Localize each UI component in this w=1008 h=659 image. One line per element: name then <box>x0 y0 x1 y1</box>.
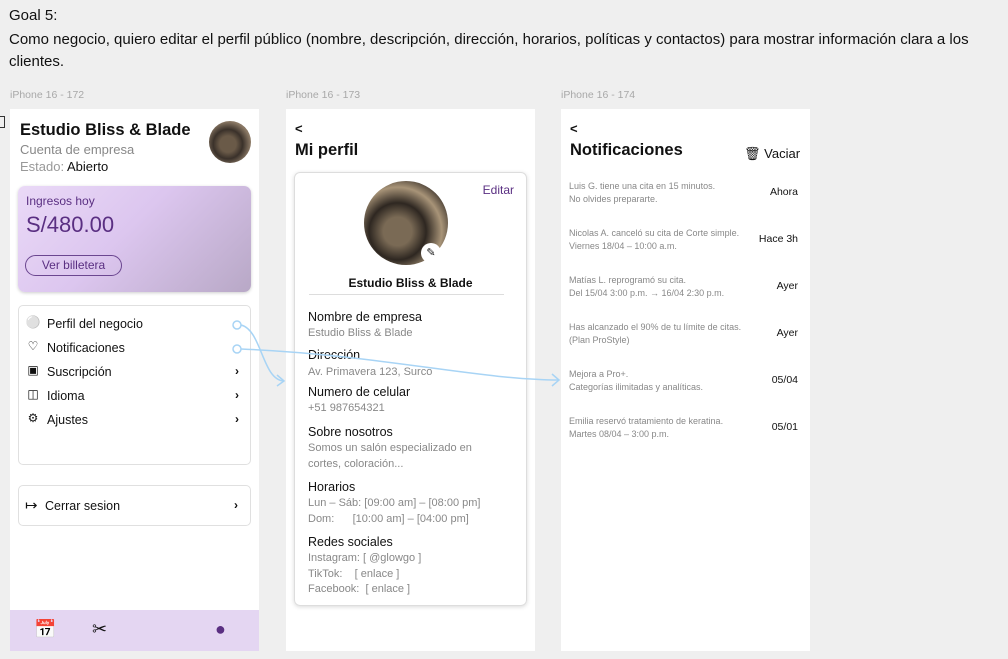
logout-button[interactable]: ↦ Cerrar sesion › <box>18 485 251 526</box>
field-value-phone: +51 987654321 <box>308 402 385 414</box>
frame-label-173: iPhone 16 - 173 <box>286 89 361 101</box>
wallet-icon: ▣ <box>27 363 39 377</box>
view-wallet-button[interactable]: Ver billetera <box>25 255 122 276</box>
menu-list: ⚪ Perfil del negocio › ♡ Notificaciones … <box>18 305 251 465</box>
translate-icon: ◫ <box>27 387 39 401</box>
bottom-nav: 📅 ✂ ● <box>10 610 259 651</box>
field-label-about: Sobre nosotros <box>308 425 393 439</box>
business-name: Estudio Bliss & Blade <box>20 121 191 139</box>
business-state: Estado: Abierto <box>20 159 108 174</box>
chevron-right-icon: › <box>235 316 239 330</box>
page-title: Mi perfil <box>295 141 359 159</box>
account-type: Cuenta de empresa <box>20 142 135 157</box>
home-screen: Estudio Bliss & Blade Cuenta de empresa … <box>10 109 259 651</box>
goal-title: Goal 5: <box>9 7 58 24</box>
field-value-company: Estudio Bliss & Blade <box>308 327 413 339</box>
notification-text: Emilia reservó tratamiento de keratina. … <box>569 416 724 439</box>
field-value-address: Av. Primavera 123, Surco <box>308 366 433 378</box>
goal-description: Como negocio, quiero editar el perfil pú… <box>9 31 969 70</box>
field-label-address: Dirección <box>308 348 361 362</box>
profile-business-name: Estudio Bliss & Blade <box>348 276 473 290</box>
trash-icon: 🗑 <box>744 146 761 161</box>
menu-item-label: Suscripción <box>47 365 112 379</box>
chevron-right-icon: › <box>235 388 239 402</box>
field-value-about: Somos un salón especializado en cortes, … <box>308 442 472 470</box>
profile-icon[interactable]: ● <box>215 619 226 640</box>
notification-time: Ayer <box>776 280 798 292</box>
user-icon: ⚪ <box>25 315 41 329</box>
income-label: Ingresos hoy <box>26 194 95 208</box>
notification-text: Mejora a Pro+. Categorías ilimitadas y a… <box>569 369 704 392</box>
field-value-social: Instagram: [ @glowgo ] TikTok: [ enlace … <box>308 552 422 595</box>
back-icon[interactable]: < <box>570 121 578 136</box>
scissors-icon[interactable]: ✂ <box>92 619 107 640</box>
menu-item-settings[interactable]: ⚙ Ajustes › <box>25 411 245 431</box>
chevron-right-icon: › <box>235 412 239 426</box>
notification-text: Matías L. reprogramó su cita. Del 15/04 … <box>569 275 725 298</box>
field-label-phone: Numero de celular <box>308 385 411 399</box>
profile-screen: < Mi perfil Editar ✎ Estudio Bliss & Bla… <box>286 109 535 651</box>
menu-item-language[interactable]: ◫ Idioma › <box>25 387 245 407</box>
profile-card: Editar ✎ Estudio Bliss & Blade Nombre de… <box>294 172 527 606</box>
field-value-hours: Lun – Sáb: [09:00 am] – [08:00 pm] Dom: … <box>308 497 481 525</box>
notification-time: Ahora <box>769 186 798 198</box>
frame-label-174: iPhone 16 - 174 <box>561 89 636 101</box>
notification-time: 05/01 <box>771 421 798 433</box>
field-label-social: Redes sociales <box>308 535 393 549</box>
menu-item-label: Idioma <box>47 389 85 403</box>
notification-text: Luis G. tiene una cita en 15 minutos. No… <box>569 181 716 204</box>
business-avatar[interactable] <box>209 121 251 163</box>
notifications-screen: < Notificaciones 🗑 Vaciar Luis G. tiene … <box>561 109 810 651</box>
notification-time: Ayer <box>776 327 798 339</box>
back-icon[interactable]: < <box>295 121 303 136</box>
bell-icon: ♡ <box>27 339 39 353</box>
arrow-head <box>551 373 561 387</box>
menu-item-subscription[interactable]: ▣ Suscripción › <box>25 363 245 383</box>
edit-link[interactable]: Editar <box>483 183 514 197</box>
chevron-right-icon: › <box>235 340 239 354</box>
profile-photo[interactable]: ✎ <box>364 181 448 265</box>
arrow-head <box>276 374 286 387</box>
gear-icon: ⚙ <box>27 411 39 425</box>
chevron-right-icon: › <box>235 364 239 378</box>
notification-text: Nicolas A. canceló su cita de Corte simp… <box>569 228 740 251</box>
logout-label: Cerrar sesion <box>45 499 121 513</box>
menu-item-business-profile[interactable]: ⚪ Perfil del negocio › <box>25 315 245 335</box>
clear-label: Vaciar <box>764 146 801 161</box>
notification-time: Hace 3h <box>758 233 798 245</box>
menu-item-label: Notificaciones <box>47 341 125 355</box>
frame-label-172: iPhone 16 - 172 <box>10 89 85 101</box>
notification-text: Has alcanzado el 90% de tu límite de cit… <box>569 322 742 345</box>
calendar-icon[interactable]: 📅 <box>34 619 56 640</box>
menu-item-label: Ajustes <box>47 413 88 427</box>
menu-item-label: Perfil del negocio <box>47 317 143 331</box>
income-value: S/480.00 <box>26 212 115 237</box>
field-label-hours: Horarios <box>308 480 356 494</box>
menu-item-notifications[interactable]: ♡ Notificaciones › <box>25 339 245 359</box>
selection-marker <box>0 116 5 128</box>
income-card: Ingresos hoy S/480.00 Ver billetera <box>18 186 251 292</box>
pencil-icon[interactable]: ✎ <box>421 243 441 263</box>
field-label-company: Nombre de empresa <box>308 310 422 324</box>
chevron-right-icon: › <box>234 498 238 512</box>
notification-time: 05/04 <box>771 374 798 386</box>
state-label: Estado: <box>20 159 65 174</box>
clear-button[interactable]: 🗑 Vaciar <box>744 146 800 162</box>
page-title: Notificaciones <box>570 141 683 159</box>
state-value: Abierto <box>67 159 109 174</box>
logout-icon: ↦ <box>25 497 38 514</box>
divider <box>309 294 504 295</box>
